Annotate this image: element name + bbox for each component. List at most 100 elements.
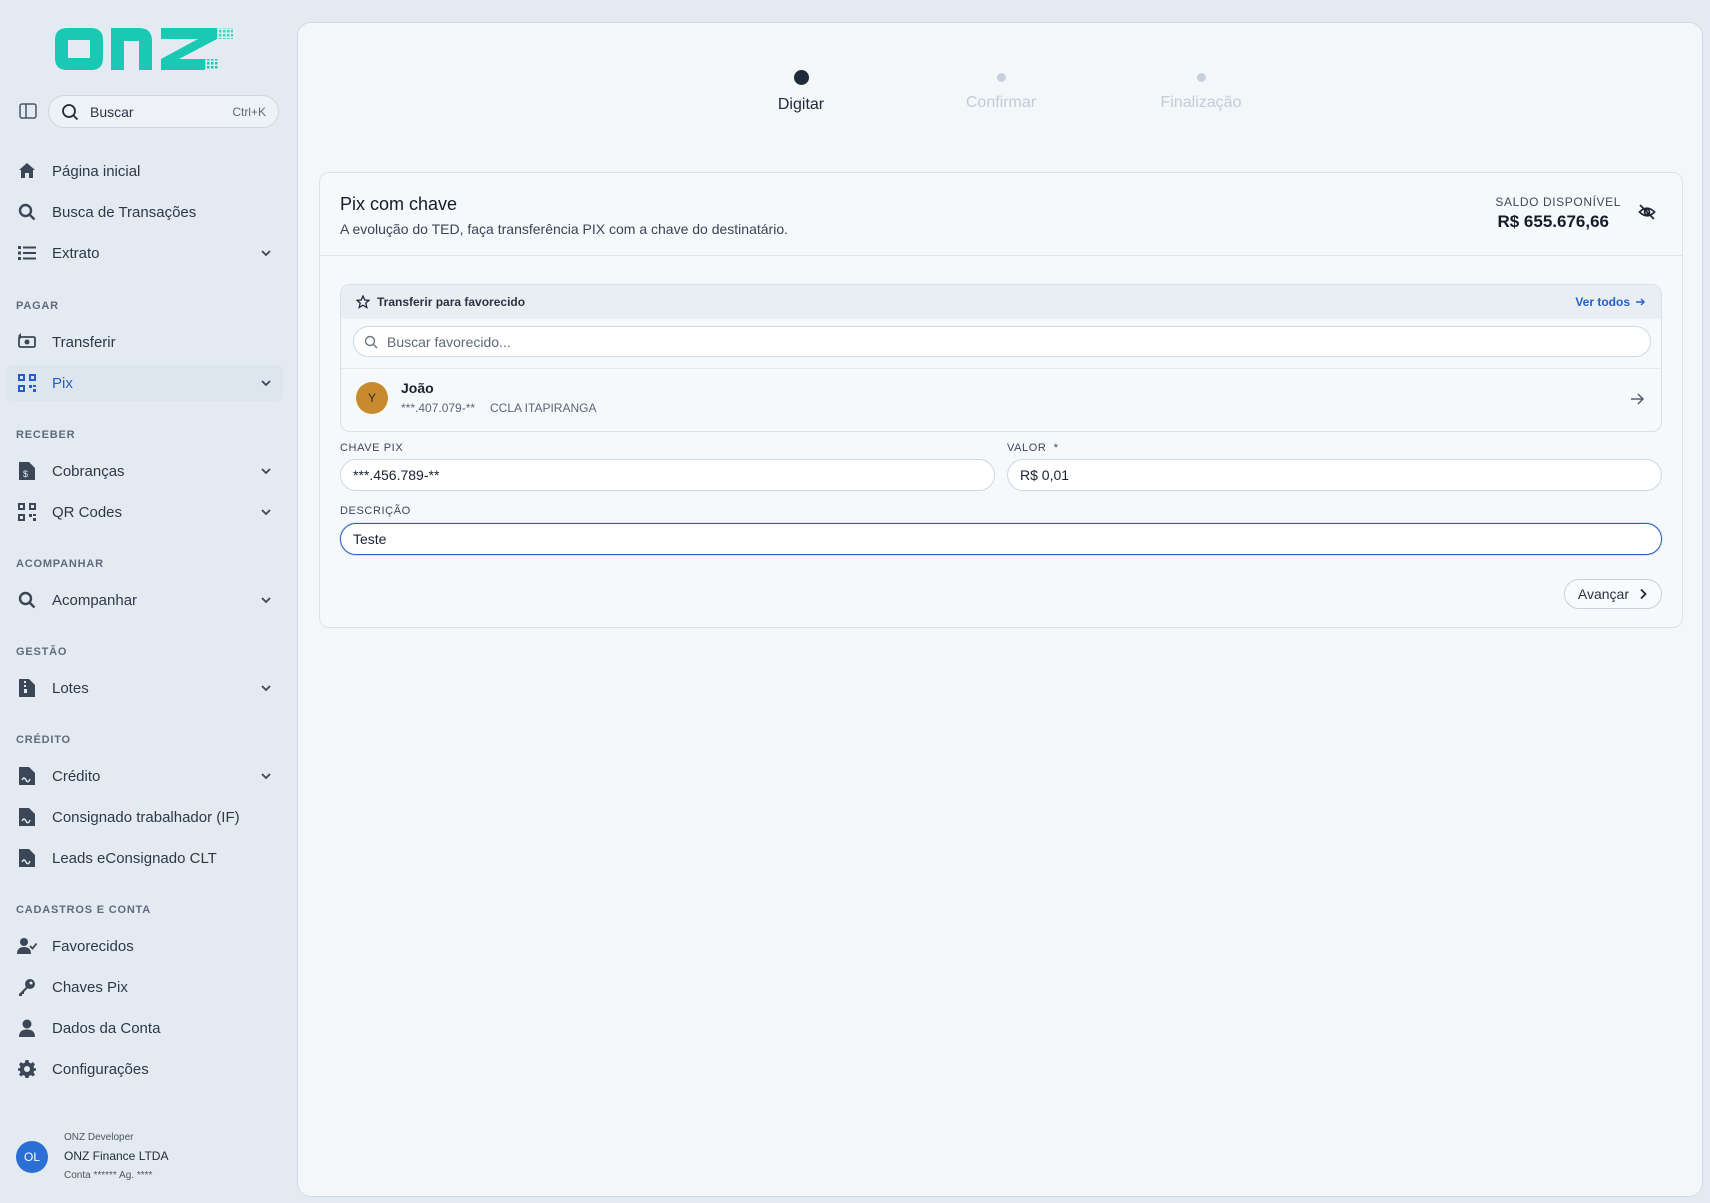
nav-qr-codes[interactable]: QR Codes — [6, 494, 283, 530]
balance-label: SALDO DISPONÍVEL — [1495, 195, 1621, 209]
favorite-item[interactable]: Y João ***.407.079-** CCLA ITAPIRANGA — [341, 368, 1661, 431]
step-confirmar: Confirmar — [921, 73, 1081, 112]
user-role: ONZ Developer — [64, 1132, 134, 1143]
next-button[interactable]: Avançar — [1563, 579, 1662, 609]
favorite-search-field[interactable] — [353, 326, 1651, 357]
user-account-menu[interactable]: OL ONZ Developer ONZ Finance LTDA Conta … — [16, 1130, 286, 1186]
key-icon — [17, 977, 37, 997]
divider — [320, 255, 1682, 256]
see-all-label: Ver todos — [1575, 295, 1630, 309]
nav-payroll-loan[interactable]: Consignado trabalhador (IF) — [6, 799, 283, 835]
favorites-header: Transferir para favorecido Ver todos — [341, 285, 1661, 319]
chevron-right-icon — [1640, 588, 1647, 600]
nav-transaction-search[interactable]: Busca de Transações — [6, 194, 283, 230]
favorite-search-input[interactable] — [387, 333, 1650, 350]
nav-settings-label: Configurações — [52, 1060, 149, 1078]
main-panel: Digitar Confirmar Finalização Pix com ch… — [297, 22, 1703, 1197]
description-field[interactable] — [340, 523, 1662, 555]
eye-off-icon[interactable] — [1638, 203, 1656, 221]
nav-batches-label: Lotes — [52, 679, 89, 697]
chevron-down-icon — [261, 597, 271, 604]
contract-icon — [17, 848, 37, 868]
nav-payroll-loan-label: Consignado trabalhador (IF) — [52, 808, 240, 826]
nav-credit[interactable]: Crédito — [6, 758, 283, 794]
nav-settings[interactable]: Configurações — [6, 1051, 283, 1087]
chevron-down-icon — [261, 509, 271, 516]
contract-icon — [17, 807, 37, 827]
nav-leads-label: Leads eConsignado CLT — [52, 849, 217, 867]
section-credito: CRÉDITO — [16, 734, 71, 746]
description-input[interactable] — [353, 531, 1661, 547]
favorite-bank: CCLA ITAPIRANGA — [490, 401, 597, 415]
user-company: ONZ Finance LTDA — [64, 1149, 169, 1163]
see-all-link[interactable]: Ver todos — [1575, 295, 1646, 309]
step-finalizacao: Finalização — [1121, 73, 1281, 112]
nav-account-data[interactable]: Dados da Conta — [6, 1010, 283, 1046]
arrow-right-icon — [1636, 298, 1645, 306]
invoice-icon: $ — [17, 461, 37, 481]
avatar: Y — [356, 382, 388, 414]
step-indicator — [996, 73, 1006, 82]
qr-code-icon — [17, 373, 37, 393]
nav-pix-keys[interactable]: Chaves Pix — [6, 969, 283, 1005]
nav-pix-label: Pix — [52, 374, 73, 392]
user-account: Conta ****** Ag. **** — [64, 1170, 153, 1181]
onz-logo[interactable] — [55, 22, 237, 76]
nav-qr-codes-label: QR Codes — [52, 503, 123, 521]
zip-file-icon — [17, 678, 37, 698]
gear-icon — [17, 1059, 37, 1079]
search-icon — [17, 590, 37, 610]
step-label: Confirmar — [965, 94, 1037, 111]
section-pagar: PAGAR — [16, 300, 59, 312]
favorite-document: ***.407.079-** — [401, 401, 476, 415]
section-acompanhar: ACOMPANHAR — [16, 558, 104, 570]
pix-key-card: Pix com chave A evolução do TED, faça tr… — [319, 172, 1683, 628]
user-check-icon — [17, 936, 37, 956]
nav-transfer-label: Transferir — [52, 333, 116, 351]
home-icon — [17, 161, 37, 181]
nav-transaction-search-label: Busca de Transações — [52, 203, 197, 221]
nav-transfer[interactable]: Transferir — [6, 324, 283, 360]
nav-statement-label: Extrato — [52, 244, 100, 262]
user-icon — [17, 1018, 37, 1038]
search-shortcut: Ctrl+K — [232, 104, 266, 119]
nav-statement[interactable]: Extrato — [6, 235, 283, 271]
nav-payees[interactable]: Favorecidos — [6, 928, 283, 964]
list-icon — [17, 243, 37, 263]
section-gestao: GESTÃO — [16, 646, 68, 658]
nav-home-label: Página inicial — [52, 162, 141, 180]
step-indicator — [1196, 73, 1206, 82]
pix-key-field[interactable] — [340, 459, 995, 491]
section-receber: RECEBER — [16, 429, 76, 441]
chevron-down-icon — [261, 380, 271, 387]
nav-charges-label: Cobranças — [52, 462, 125, 480]
nav-payees-label: Favorecidos — [52, 937, 134, 955]
pix-key-label: CHAVE PIX — [340, 442, 404, 454]
favorite-name: João — [401, 380, 434, 396]
pix-key-input[interactable] — [353, 467, 994, 483]
balance-value: R$ 655.676,66 — [1497, 212, 1609, 231]
nav-batches[interactable]: Lotes — [6, 670, 283, 706]
sidebar-toggle-icon[interactable] — [19, 103, 37, 119]
favorites-title: Transferir para favorecido — [377, 295, 526, 309]
nav-pix[interactable]: Pix — [6, 365, 283, 401]
amount-label: VALOR * — [1007, 442, 1059, 454]
arrow-right-icon — [1631, 393, 1644, 405]
nav-home[interactable]: Página inicial — [6, 153, 283, 189]
search-label: Buscar — [90, 103, 134, 120]
nav-charges[interactable]: $ Cobranças — [6, 453, 283, 489]
card-title: Pix com chave — [340, 194, 458, 214]
search-icon — [17, 202, 37, 222]
global-search[interactable]: Buscar Ctrl+K — [48, 95, 279, 128]
nav-track[interactable]: Acompanhar — [6, 582, 283, 618]
star-icon — [356, 295, 370, 309]
favorites-panel: Transferir para favorecido Ver todos Y J… — [340, 284, 1662, 432]
amount-input[interactable] — [1020, 467, 1661, 483]
nav-leads[interactable]: Leads eConsignado CLT — [6, 840, 283, 876]
contract-icon — [17, 766, 37, 786]
chevron-down-icon — [261, 250, 271, 257]
section-cadastros: CADASTROS E CONTA — [16, 904, 152, 916]
amount-field[interactable] — [1007, 459, 1662, 491]
nav-pix-keys-label: Chaves Pix — [52, 978, 128, 996]
card-subtitle: A evolução do TED, faça transferência PI… — [340, 221, 788, 237]
